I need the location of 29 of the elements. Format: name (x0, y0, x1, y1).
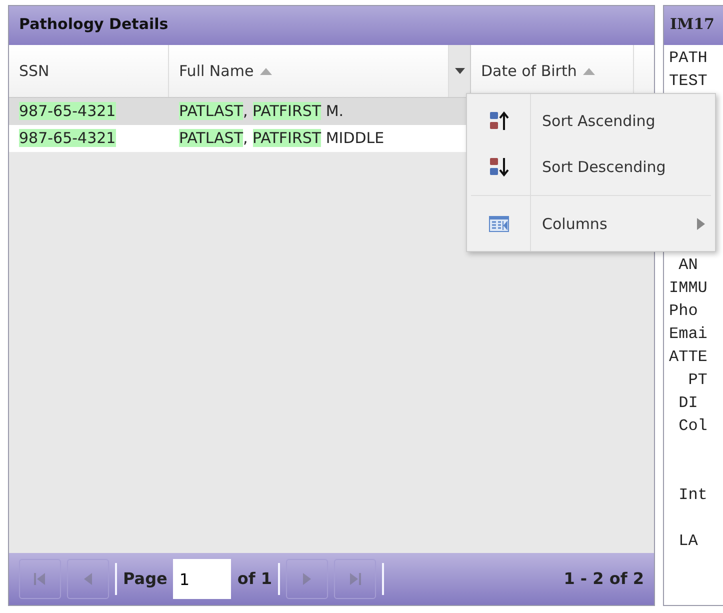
text-line: Int (678, 485, 708, 506)
menu-item[interactable]: Columns (467, 201, 715, 247)
text-line: Col (678, 416, 708, 437)
caret-icon (454, 68, 464, 74)
columns-icon (488, 216, 508, 232)
text-line: ATTE (669, 347, 708, 368)
last-page-icon (348, 571, 362, 587)
page-count: of 1 (237, 568, 272, 590)
column-header[interactable]: SSN (9, 45, 169, 97)
text-line: Emai (669, 324, 708, 345)
table-cell-text: 987-65-4321 (18, 101, 117, 122)
record-summary: 1 - 2 of 2 (564, 568, 644, 590)
page-input[interactable]: 1 (173, 559, 232, 599)
panel-title: IM17 (664, 6, 723, 45)
text-line: PT (687, 370, 708, 391)
text-line: Pho (669, 301, 699, 322)
text-line: LA (678, 531, 699, 552)
text-line: PATH (669, 48, 708, 69)
panel-title: Pathology Details (9, 6, 654, 45)
text-line: AN (678, 255, 699, 276)
text-line: DI (678, 393, 699, 414)
page-label: Page (123, 568, 168, 590)
sort-descending-icon (488, 157, 508, 177)
menu-trigger[interactable] (449, 45, 471, 97)
sort-ascending-icon (488, 111, 508, 131)
text-line: IMMU (669, 278, 708, 299)
first-page-icon (33, 571, 47, 587)
table-cell-text: 987-65-4321 (18, 128, 117, 150)
text-line: TEST (669, 71, 708, 92)
